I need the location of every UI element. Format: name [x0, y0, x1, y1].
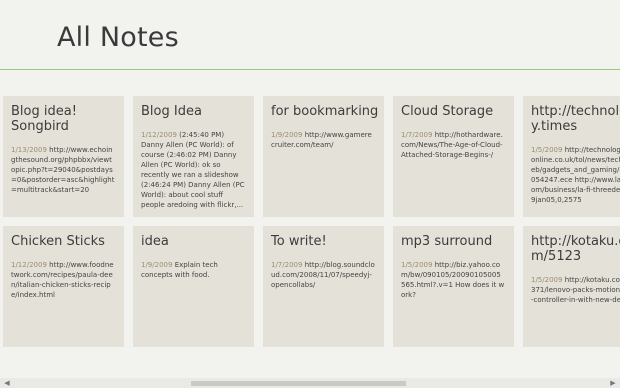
note-tile[interactable]: idea 1/9/2009 Explain tech concepts with… [133, 226, 254, 347]
note-date: 1/5/2009 [531, 146, 563, 154]
note-preview: 1/5/2009 http://kotaku.com/5123371/lenov… [531, 275, 620, 305]
note-text: http://technology.timesonline.co.uk/tol/… [531, 146, 620, 204]
note-tile[interactable]: for bookmarking 1/9/2009 http://www.game… [263, 96, 384, 217]
note-date: 1/9/2009 [141, 261, 173, 269]
scroll-right-icon[interactable]: ▶ [608, 378, 618, 388]
note-tile[interactable]: Blog Idea 1/12/2009 (2:45:40 PM) Danny A… [133, 96, 254, 217]
horizontal-scrollbar[interactable]: ◀ ▶ [0, 378, 620, 388]
note-preview: 1/5/2009 http://technology.timesonline.c… [531, 145, 620, 205]
note-tile[interactable]: Cloud Storage 1/7/2009 http://hothardwar… [393, 96, 514, 217]
note-title: for bookmarking [271, 104, 379, 119]
note-title: Blog Idea [141, 104, 202, 119]
note-preview: 1/7/2009 http://hothardware.com/News/The… [401, 130, 505, 160]
title-divider [0, 69, 620, 70]
note-preview: 1/12/2009 http://www.foodnetwork.com/rec… [11, 260, 115, 300]
note-preview: 1/9/2009 Explain tech concepts with food… [141, 260, 245, 280]
note-title: Cloud Storage [401, 104, 494, 119]
note-tile[interactable]: To write! 1/7/2009 http://blog.soundclou… [263, 226, 384, 347]
note-preview: 1/9/2009 http://www.gamerecruiter.com/te… [271, 130, 375, 150]
note-title: http://kotaku.com/5123 [531, 234, 620, 264]
note-date: 1/9/2009 [271, 131, 303, 139]
note-title: Chicken Sticks [11, 234, 105, 249]
note-tile[interactable]: http://kotaku.com/5123 1/5/2009 http://k… [523, 226, 620, 347]
note-date: 1/12/2009 [11, 261, 47, 269]
note-date: 1/12/2009 [141, 131, 177, 139]
note-title: mp3 surround [401, 234, 493, 249]
note-tile[interactable]: http://technology.times 1/5/2009 http://… [523, 96, 620, 217]
scroll-left-icon[interactable]: ◀ [2, 378, 12, 388]
scrollbar-thumb[interactable] [191, 381, 406, 386]
note-date: 1/7/2009 [271, 261, 303, 269]
note-title: idea [141, 234, 169, 249]
note-date: 1/5/2009 [401, 261, 433, 269]
note-date: 1/7/2009 [401, 131, 433, 139]
note-preview: 1/5/2009 http://biz.yahoo.com/bw/090105/… [401, 260, 505, 300]
note-title: http://technology.times [531, 104, 620, 134]
note-text: (2:45:40 PM) Danny Allen (PC World): of … [141, 131, 245, 209]
note-date: 1/13/2009 [11, 146, 47, 154]
note-title: To write! [271, 234, 327, 249]
note-tile[interactable]: mp3 surround 1/5/2009 http://biz.yahoo.c… [393, 226, 514, 347]
note-tile[interactable]: Blog idea! Songbird 1/13/2009 http://www… [3, 96, 124, 217]
note-preview: 1/12/2009 (2:45:40 PM) Danny Allen (PC W… [141, 130, 245, 210]
note-tile[interactable]: Chicken Sticks 1/12/2009 http://www.food… [3, 226, 124, 347]
page-title: All Notes [57, 22, 179, 53]
note-preview: 1/7/2009 http://blog.soundcloud.com/2008… [271, 260, 375, 290]
note-date: 1/5/2009 [531, 276, 563, 284]
note-preview: 1/13/2009 http://www.echoingthesound.org… [11, 145, 115, 195]
note-title: Blog idea! Songbird [11, 104, 77, 134]
